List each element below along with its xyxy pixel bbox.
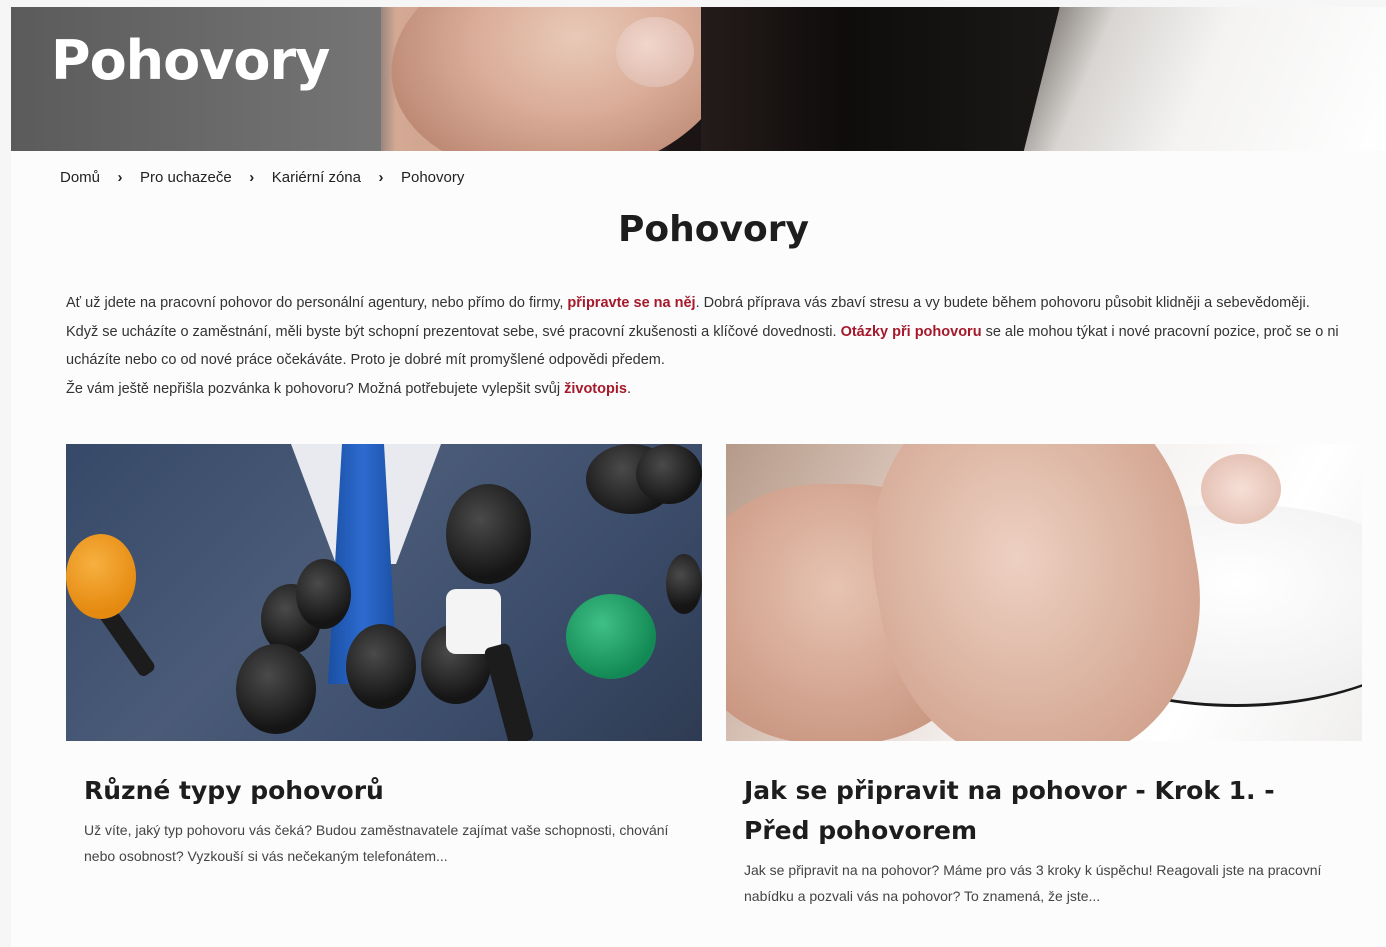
page: Pohovory Domů › Pro uchazeče › Kariérní … — [11, 7, 1386, 947]
image-mic — [236, 644, 316, 734]
prepare-link[interactable]: připravte se na něj — [567, 295, 695, 311]
image-mic-white — [446, 589, 501, 654]
article-card-prepare-step-1[interactable]: Jak se připravit na pohovor - Krok 1. - … — [726, 444, 1362, 909]
interview-questions-link[interactable]: Otázky při pohovoru — [841, 324, 982, 340]
image-mic — [346, 624, 416, 709]
breadcrumb-link-home[interactable]: Domů — [60, 169, 100, 186]
breadcrumb: Domů › Pro uchazeče › Kariérní zóna › Po… — [60, 169, 464, 186]
intro-text-segment: Že vám ještě nepřišla pozvánka k pohovor… — [66, 380, 565, 397]
card-excerpt: Jak se připravit na na pohovor? Máme pro… — [744, 862, 1322, 904]
card-title[interactable]: Různé typy pohovorů — [84, 771, 684, 811]
chevron-right-icon: › — [117, 169, 123, 186]
hero-image-phone-screen — [701, 7, 1061, 151]
page-title: Pohovory — [618, 209, 809, 250]
card-title[interactable]: Jak se připravit na pohovor - Krok 1. - … — [744, 771, 1344, 851]
intro-text-segment: Ať už jdete na pracovní pohovor do perso… — [66, 295, 568, 311]
intro-text: Ať už jdete na pracovní pohovor do perso… — [66, 289, 1356, 403]
card-excerpt: Už víte, jaký typ pohovoru vás čeká? Bud… — [84, 822, 669, 864]
image-mic — [666, 554, 702, 614]
image-mic — [296, 559, 351, 629]
breadcrumb-link-career-zone[interactable]: Kariérní zóna — [272, 169, 361, 186]
breadcrumb-link-candidates[interactable]: Pro uchazeče — [140, 169, 232, 186]
hero-banner: Pohovory — [11, 7, 1386, 151]
hero-image-nail — [616, 17, 694, 87]
hero-title: Pohovory — [51, 29, 330, 92]
intro-text-segment: Když se ucházíte o zaměstnání, měli byst… — [66, 323, 841, 340]
intro-paragraph: Ať už jdete na pracovní pohovor do perso… — [66, 289, 1356, 318]
image-mic — [446, 484, 531, 584]
breadcrumb-current: Pohovory — [400, 169, 465, 186]
cv-link[interactable]: životopis — [564, 381, 627, 397]
image-mic — [636, 444, 702, 504]
image-nail — [1201, 454, 1281, 524]
card-image-microphones[interactable] — [66, 444, 702, 741]
hero-image-phone-edge — [1019, 7, 1386, 151]
image-mic-green — [566, 594, 656, 679]
intro-text-segment: . — [626, 380, 631, 397]
intro-paragraph: Když se ucházíte o zaměstnání, měli byst… — [66, 318, 1356, 375]
image-mic-orange — [66, 534, 136, 619]
article-card-interview-types[interactable]: Různé typy pohovorů Už víte, jaký typ po… — [66, 444, 702, 869]
chevron-right-icon: › — [249, 169, 255, 186]
image-mic-handle — [483, 642, 535, 741]
chevron-right-icon: › — [378, 169, 384, 186]
intro-text-segment: . Dobrá příprava vás zbaví stresu a vy b… — [695, 295, 1310, 311]
hero-image-finger — [379, 7, 743, 151]
intro-paragraph: Že vám ještě nepřišla pozvánka k pohovor… — [66, 375, 1356, 404]
card-image-hand-mouse[interactable] — [726, 444, 1362, 741]
